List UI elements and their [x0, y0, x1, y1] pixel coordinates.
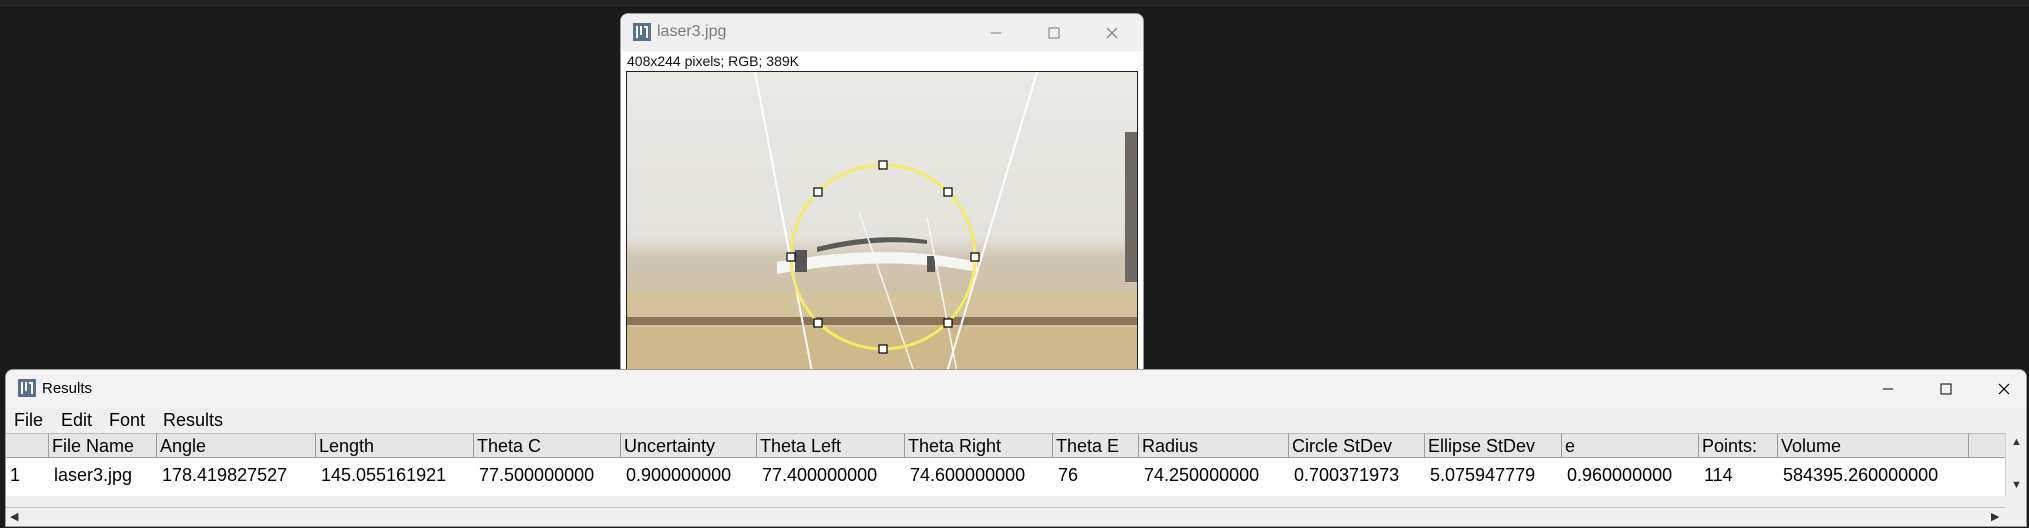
column-header-volume[interactable]: Volume: [1778, 433, 1969, 458]
scroll-right-icon[interactable]: ▶: [1991, 510, 1999, 523]
minimize-button[interactable]: [967, 14, 1025, 51]
cell-theta-e[interactable]: 76: [1054, 462, 1078, 488]
column-header-e[interactable]: e: [1562, 433, 1699, 458]
imagej-icon: [18, 379, 36, 402]
results-close-button[interactable]: [1975, 370, 2026, 408]
menu-edit[interactable]: Edit: [61, 410, 92, 431]
image-info: 408x244 pixels; RGB; 389K: [627, 53, 799, 69]
results-menubar: File Edit Font Results: [6, 408, 2026, 432]
column-header-uncertainty[interactable]: Uncertainty: [621, 433, 757, 458]
maximize-icon: [1048, 27, 1060, 38]
column-header-theta-e[interactable]: Theta E: [1053, 433, 1139, 458]
column-header-circle-stdev[interactable]: Circle StDev: [1289, 433, 1425, 458]
close-button[interactable]: [1083, 14, 1141, 51]
column-header-ellipse-stdev[interactable]: Ellipse StDev: [1425, 433, 1562, 458]
column-header-points[interactable]: Points:: [1699, 433, 1778, 458]
cell-circle-stdev[interactable]: 0.700371973: [1290, 462, 1399, 488]
maximize-button[interactable]: [1025, 14, 1083, 51]
column-header-theta-left[interactable]: Theta Left: [757, 433, 905, 458]
vertical-scrollbar[interactable]: ▲ ▼: [2005, 433, 2026, 496]
cell-angle[interactable]: 178.419827527: [158, 462, 287, 488]
cell-uncertainty[interactable]: 0.900000000: [622, 462, 731, 488]
cell-e[interactable]: 0.960000000: [1563, 462, 1672, 488]
cell-radius[interactable]: 74.250000000: [1140, 462, 1259, 488]
column-header-angle[interactable]: Angle: [157, 433, 316, 458]
menu-font[interactable]: Font: [109, 410, 145, 431]
desktop-top-edge: [0, 0, 2029, 6]
cell-file-name[interactable]: laser3.jpg: [50, 462, 132, 488]
column-header-theta-c[interactable]: Theta C: [474, 433, 621, 458]
cell-volume[interactable]: 584395.260000000: [1779, 462, 1938, 488]
column-header-length[interactable]: Length: [316, 433, 474, 458]
image-window-titlebar[interactable]: laser3.jpg: [621, 14, 1143, 51]
cell-length[interactable]: 145.055161921: [317, 462, 446, 488]
cell-theta-c[interactable]: 77.500000000: [475, 462, 594, 488]
minimize-icon: [991, 32, 1001, 33]
column-header-spacer: [1969, 433, 2006, 458]
image-window-title: laser3.jpg: [657, 23, 727, 40]
column-header-index[interactable]: [6, 433, 49, 458]
results-table[interactable]: File Name Angle Length Theta C Uncertain…: [6, 433, 2006, 496]
image-canvas[interactable]: [626, 71, 1138, 369]
results-maximize-button[interactable]: [1917, 370, 1975, 408]
results-title: Results: [42, 380, 93, 397]
horizontal-scrollbar[interactable]: ◀ ▶: [6, 507, 2006, 526]
close-icon: [1106, 27, 1118, 38]
results-titlebar[interactable]: Results: [6, 370, 2026, 408]
results-minimize-button[interactable]: [1859, 370, 1917, 408]
menu-file[interactable]: File: [14, 410, 43, 431]
minimize-icon: [1883, 388, 1893, 390]
scroll-up-icon[interactable]: ▲: [2011, 436, 2022, 448]
cell-theta-right[interactable]: 74.600000000: [906, 462, 1025, 488]
scroll-left-icon[interactable]: ◀: [10, 510, 18, 523]
column-header-radius[interactable]: Radius: [1139, 433, 1289, 458]
cell-points[interactable]: 114: [1700, 462, 1733, 488]
maximize-icon: [1940, 383, 1952, 395]
menu-results[interactable]: Results: [163, 410, 223, 431]
image-window[interactable]: laser3.jpg 408x244 pixels; RGB; 389K: [620, 13, 1144, 370]
column-header-file-name[interactable]: File Name: [49, 433, 157, 458]
close-icon: [1998, 383, 2010, 395]
imagej-icon: [633, 23, 651, 46]
results-window[interactable]: Results File Edit Font Results File Name…: [5, 369, 2027, 527]
column-header-theta-right[interactable]: Theta Right: [905, 433, 1053, 458]
cell-ellipse-stdev[interactable]: 5.075947779: [1426, 462, 1535, 488]
cell-index[interactable]: 1: [6, 462, 20, 488]
cell-theta-left[interactable]: 77.400000000: [758, 462, 877, 488]
scroll-down-icon[interactable]: ▼: [2011, 479, 2022, 491]
